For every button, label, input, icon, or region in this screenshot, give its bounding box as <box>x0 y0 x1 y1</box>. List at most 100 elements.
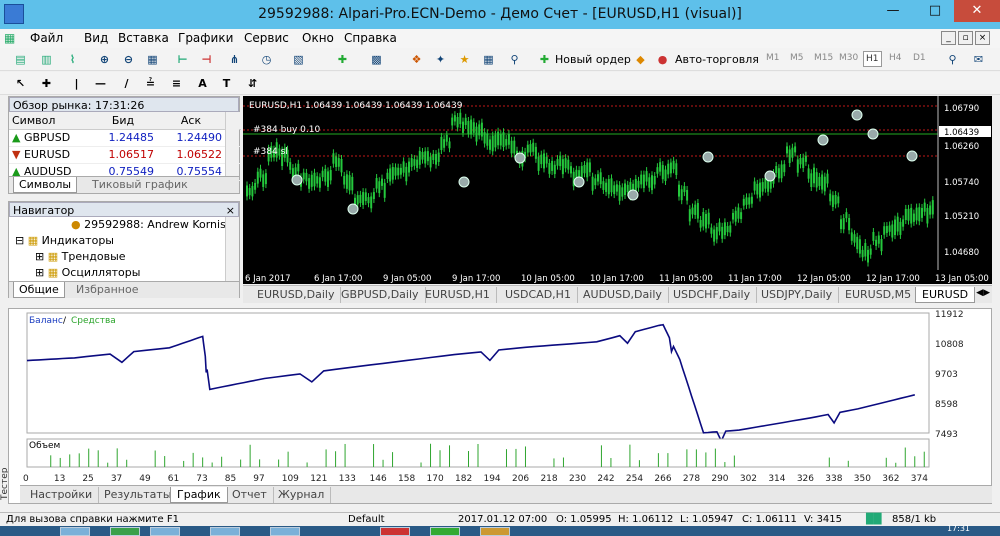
timeframe-h1[interactable]: H1 <box>863 51 882 67</box>
chart-tab[interactable]: AUDUSD,Daily <box>577 287 669 303</box>
timeframe-m30[interactable]: M30 <box>839 53 858 63</box>
zoom-in-icon[interactable]: ⊕ <box>96 51 113 68</box>
app-taskbar-icon[interactable] <box>380 527 410 536</box>
tab-report[interactable]: Отчет <box>226 487 274 503</box>
tab-settings[interactable]: Настройки <box>24 487 100 503</box>
close-button[interactable]: ✕ <box>954 0 1000 22</box>
profiles-icon[interactable]: ▩ <box>368 51 385 68</box>
horizontal-line-icon[interactable]: — <box>92 75 109 92</box>
crosshair-icon[interactable]: ✚ <box>38 75 55 92</box>
terminal-icon[interactable]: ▦ <box>480 51 497 68</box>
chart-tab[interactable]: EURUSD,H1 <box>419 287 497 303</box>
status-profile[interactable]: Default <box>348 514 385 525</box>
maximize-button[interactable]: □ <box>920 0 950 22</box>
app-taskbar-icon[interactable] <box>150 527 180 536</box>
expand-icon[interactable]: ⊞ <box>35 250 44 263</box>
app-taskbar-icon[interactable] <box>480 527 510 536</box>
periods-icon[interactable]: ◷ <box>258 51 275 68</box>
timeframe-m15[interactable]: M15 <box>814 53 833 63</box>
col-symbol[interactable]: Символ <box>9 112 89 130</box>
tab-graph[interactable]: График <box>170 487 228 503</box>
label-icon[interactable]: T <box>218 75 235 92</box>
explorer-taskbar-icon[interactable] <box>60 527 90 536</box>
collapse-icon[interactable]: ⊟ <box>15 234 24 247</box>
tab-tick-chart[interactable]: Тиковый график <box>87 177 193 193</box>
navigator-indicators[interactable]: ⊟ ▦ Индикаторы <box>15 234 114 247</box>
minimize-button[interactable]: — <box>878 0 908 22</box>
arrows-icon[interactable]: ⇵ <box>244 75 261 92</box>
line-chart-icon[interactable]: ⌇ <box>64 51 81 68</box>
fibonacci-icon[interactable]: ≡ <box>168 75 185 92</box>
tab-scroll-icon[interactable]: ◀▶ <box>976 288 990 298</box>
mdi-close-icon[interactable]: × <box>975 31 990 45</box>
tab-symbols[interactable]: Символы <box>13 177 78 193</box>
col-ask[interactable]: Аск <box>157 112 225 130</box>
new-order-icon[interactable]: ✚ <box>536 51 553 68</box>
navigator-scrollbar[interactable] <box>225 217 239 281</box>
new-chart-icon[interactable]: ✚ <box>334 51 351 68</box>
col-bid[interactable]: Бид <box>89 112 157 130</box>
search-icon[interactable]: ⚲ <box>944 51 961 68</box>
chart-tab[interactable]: EURUSD,M5 <box>839 287 919 303</box>
autotrading-button[interactable]: Авто-торговля <box>675 53 759 66</box>
chart-shift-icon[interactable]: ⊣ <box>198 51 215 68</box>
tile-windows-icon[interactable]: ▦ <box>144 51 161 68</box>
chart-tab[interactable]: USDJPY,Daily <box>755 287 840 303</box>
navigator-trend[interactable]: ⊞ ▦ Трендовые <box>35 250 126 263</box>
menu-insert[interactable]: Вставка <box>118 31 169 45</box>
table-row[interactable]: ▲ GBPUSD 1.24485 1.24490 5 <box>9 129 241 147</box>
new-order-button[interactable]: Новый ордер <box>555 53 631 66</box>
cursor-icon[interactable]: ↖ <box>12 75 29 92</box>
chart-tab[interactable]: GBPUSD,Daily <box>335 287 426 303</box>
favorites-icon[interactable]: ★ <box>456 51 473 68</box>
tab-general[interactable]: Общие <box>13 282 65 298</box>
tab-journal[interactable]: Журнал <box>272 487 332 503</box>
menu-tools[interactable]: Сервис <box>244 31 289 45</box>
vertical-line-icon[interactable]: | <box>68 75 85 92</box>
chart-tab[interactable]: EURUSD,Daily <box>251 287 342 303</box>
expand-icon[interactable]: ⊞ <box>35 266 44 279</box>
chart-tab[interactable]: USDCHF,Daily <box>667 287 758 303</box>
close-icon[interactable]: × <box>226 204 235 217</box>
mdi-minimize-icon[interactable]: _ <box>941 31 956 45</box>
chat-icon[interactable]: ✉ <box>970 51 987 68</box>
text-icon[interactable]: A <box>194 75 211 92</box>
menu-file[interactable]: Файл <box>30 31 63 45</box>
navigator-oscillators[interactable]: ⊞ ▦ Осцилляторы <box>35 266 140 279</box>
navigator-toggle-icon[interactable]: ✦ <box>432 51 449 68</box>
navigator-account[interactable]: ● 29592988: Andrew Kornishk <box>71 218 239 231</box>
price-chart[interactable]: EURUSD,H1 1.06439 1.06439 1.06439 1.0643… <box>243 96 992 284</box>
market-scrollbar[interactable] <box>225 112 239 176</box>
strategy-tester-icon[interactable]: ⚲ <box>506 51 523 68</box>
chart-tab[interactable]: USDCAD,H1 <box>499 287 578 303</box>
app-taskbar-icon[interactable] <box>210 527 240 536</box>
zoom-out-icon[interactable]: ⊖ <box>120 51 137 68</box>
timeframe-m1[interactable]: M1 <box>766 53 780 63</box>
candle-chart-icon[interactable]: ▥ <box>38 51 55 68</box>
app-taskbar-icon[interactable] <box>430 527 460 536</box>
app-taskbar-icon[interactable] <box>270 527 300 536</box>
timeframe-h4[interactable]: H4 <box>889 53 902 63</box>
bar-chart-icon[interactable]: ▤ <box>12 51 29 68</box>
trendline-icon[interactable]: ∕ <box>118 75 135 92</box>
metaeditor-icon[interactable]: ❖ <box>408 51 425 68</box>
tab-favorites[interactable]: Избранное <box>71 282 143 298</box>
equidistant-channel-icon[interactable]: ≟ <box>142 75 159 92</box>
menu-window[interactable]: Окно <box>302 31 334 45</box>
timeframe-d1[interactable]: D1 <box>913 53 926 63</box>
app-taskbar-icon[interactable] <box>110 527 140 536</box>
candle <box>586 162 589 178</box>
document-icon[interactable]: ▦ <box>4 31 15 45</box>
chart-tab-active[interactable]: EURUSD <box>915 287 976 303</box>
indicators-icon[interactable]: ⋔ <box>226 51 243 68</box>
table-row[interactable]: ▼ EURUSD 1.06517 1.06522 5 <box>9 146 241 164</box>
autoscroll-icon[interactable]: ⊢ <box>174 51 191 68</box>
templates-icon[interactable]: ▧ <box>290 51 307 68</box>
autotrading-icon[interactable]: ◆ <box>632 51 649 68</box>
timeframe-m5[interactable]: M5 <box>790 53 804 63</box>
menu-view[interactable]: Вид <box>84 31 108 45</box>
menu-charts[interactable]: Графики <box>178 31 233 45</box>
tab-results[interactable]: Результаты <box>98 487 179 503</box>
menu-help[interactable]: Справка <box>344 31 397 45</box>
mdi-restore-icon[interactable]: ▫ <box>958 31 973 45</box>
